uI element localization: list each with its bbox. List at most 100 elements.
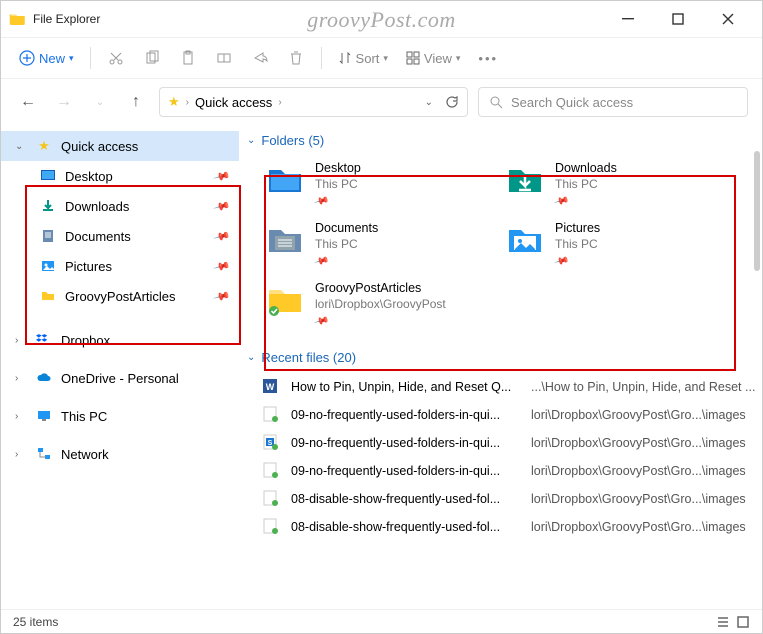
titlebar: File Explorer xyxy=(1,1,762,37)
sidebar-item-label: Network xyxy=(61,447,109,462)
collapse-icon: ⌄ xyxy=(247,352,255,363)
image-file-icon xyxy=(261,405,281,425)
address-bar[interactable]: ★ › Quick access › ⌄ xyxy=(159,87,468,117)
new-label: New xyxy=(39,51,65,66)
sidebar-item-label: Quick access xyxy=(61,139,138,154)
pin-icon: 📌 xyxy=(213,227,231,245)
folder-name: Documents xyxy=(315,220,378,236)
address-dropdown[interactable]: ⌄ xyxy=(425,97,433,108)
new-button[interactable]: New ▾ xyxy=(13,43,80,73)
sidebar-item-label: Desktop xyxy=(65,169,113,184)
folder-item-pictures[interactable]: PicturesThis PC📌 xyxy=(501,216,721,274)
recent-section-header[interactable]: ⌄ Recent files (20) xyxy=(247,346,762,373)
folder-icon xyxy=(39,287,57,305)
expand-icon[interactable]: › xyxy=(15,335,27,346)
forward-button[interactable]: → xyxy=(51,89,77,115)
cloud-icon xyxy=(35,369,53,387)
sidebar-item-thispc[interactable]: › This PC xyxy=(1,401,239,431)
expand-icon[interactable]: › xyxy=(15,449,27,460)
file-path: lori\Dropbox\GroovyPost\Gro...\images xyxy=(531,464,761,478)
pictures-folder-icon xyxy=(505,220,545,260)
up-button[interactable]: ↑ xyxy=(123,89,149,115)
sidebar-item-label: Downloads xyxy=(65,199,129,214)
folder-name: Downloads xyxy=(555,160,617,176)
back-button[interactable]: ← xyxy=(15,89,41,115)
sidebar-item-pictures[interactable]: Pictures 📌 xyxy=(1,251,239,281)
file-row[interactable]: 08-disable-show-frequently-used-fol... l… xyxy=(261,513,762,541)
folder-item-downloads[interactable]: DownloadsThis PC📌 xyxy=(501,156,721,214)
chevron-down-icon: ▾ xyxy=(69,53,74,64)
recent-dropdown[interactable]: ⌄ xyxy=(87,89,113,115)
snagit-file-icon: S xyxy=(261,433,281,453)
sort-button[interactable]: Sort ▾ xyxy=(332,43,394,73)
close-button[interactable] xyxy=(714,5,742,33)
folder-item-groovypostarticles[interactable]: GroovyPostArticleslori\Dropbox\GroovyPos… xyxy=(261,276,481,334)
sidebar-item-label: GroovyPostArticles xyxy=(65,289,176,304)
search-placeholder: Search Quick access xyxy=(511,95,633,110)
app-icon xyxy=(9,10,27,28)
sidebar-item-onedrive[interactable]: › OneDrive - Personal xyxy=(1,363,239,393)
delete-button[interactable] xyxy=(281,43,311,73)
icons-view-button[interactable] xyxy=(736,615,750,629)
paste-button[interactable] xyxy=(173,43,203,73)
pin-icon: 📌 xyxy=(312,312,331,332)
star-icon: ★ xyxy=(35,137,53,155)
sidebar-item-downloads[interactable]: Downloads 📌 xyxy=(1,191,239,221)
file-row[interactable]: W How to Pin, Unpin, Hide, and Reset Q..… xyxy=(261,373,762,401)
section-label: Recent files (20) xyxy=(261,350,356,365)
sidebar-item-label: Documents xyxy=(65,229,131,244)
folder-location: This PC xyxy=(555,176,617,192)
image-file-icon xyxy=(261,517,281,537)
chevron-down-icon: ▾ xyxy=(456,53,461,64)
folders-section-header[interactable]: ⌄ Folders (5) xyxy=(247,129,762,156)
file-name: 09-no-frequently-used-folders-in-qui... xyxy=(291,408,521,422)
sidebar-item-label: OneDrive - Personal xyxy=(61,371,179,386)
file-explorer-window: File Explorer groovyPost.com New ▾ Sort … xyxy=(0,0,763,634)
search-box[interactable]: Search Quick access xyxy=(478,87,748,117)
file-row[interactable]: 09-no-frequently-used-folders-in-qui... … xyxy=(261,457,762,485)
scrollbar-thumb[interactable] xyxy=(754,151,760,271)
sidebar-item-documents[interactable]: Documents 📌 xyxy=(1,221,239,251)
copy-button[interactable] xyxy=(137,43,167,73)
maximize-button[interactable] xyxy=(664,5,692,33)
download-icon xyxy=(39,197,57,215)
navigation-bar: ← → ⌄ ↑ ★ › Quick access › ⌄ Search Quic… xyxy=(1,79,762,125)
refresh-button[interactable] xyxy=(445,95,459,109)
sidebar-item-groovypostarticles[interactable]: GroovyPostArticles 📌 xyxy=(1,281,239,311)
file-row[interactable]: S 09-no-frequently-used-folders-in-qui..… xyxy=(261,429,762,457)
pin-icon: 📌 xyxy=(213,197,231,215)
minimize-button[interactable] xyxy=(614,5,642,33)
documents-icon xyxy=(39,227,57,245)
folder-item-documents[interactable]: DocumentsThis PC📌 xyxy=(261,216,481,274)
collapse-icon[interactable]: ⌄ xyxy=(15,141,27,152)
view-button[interactable]: View ▾ xyxy=(400,43,466,73)
pin-icon: 📌 xyxy=(552,252,571,272)
file-row[interactable]: 09-no-frequently-used-folders-in-qui... … xyxy=(261,401,762,429)
share-button[interactable] xyxy=(245,43,275,73)
sidebar-item-network[interactable]: › Network xyxy=(1,439,239,469)
cut-button[interactable] xyxy=(101,43,131,73)
star-icon: ★ xyxy=(168,94,180,110)
more-button[interactable]: ••• xyxy=(472,43,504,73)
folder-location: lori\Dropbox\GroovyPost xyxy=(315,296,446,312)
folder-item-desktop[interactable]: DesktopThis PC📌 xyxy=(261,156,481,214)
folder-name: Desktop xyxy=(315,160,361,176)
sidebar-item-dropbox[interactable]: › Dropbox xyxy=(1,325,239,355)
chevron-right-icon: › xyxy=(186,97,189,108)
rename-button[interactable] xyxy=(209,43,239,73)
file-path: lori\Dropbox\GroovyPost\Gro...\images xyxy=(531,492,761,506)
sidebar-item-label: This PC xyxy=(61,409,107,424)
breadcrumb[interactable]: Quick access xyxy=(195,95,272,110)
details-view-button[interactable] xyxy=(716,615,730,629)
pin-icon: 📌 xyxy=(552,192,571,212)
sidebar-item-quick-access[interactable]: ⌄ ★ Quick access xyxy=(1,131,239,161)
file-path: lori\Dropbox\GroovyPost\Gro...\images xyxy=(531,520,761,534)
pin-icon: 📌 xyxy=(213,167,231,185)
desktop-icon xyxy=(39,167,57,185)
sidebar-item-desktop[interactable]: Desktop 📌 xyxy=(1,161,239,191)
expand-icon[interactable]: › xyxy=(15,373,27,384)
file-row[interactable]: 08-disable-show-frequently-used-fol... l… xyxy=(261,485,762,513)
file-name: How to Pin, Unpin, Hide, and Reset Q... xyxy=(291,380,521,394)
expand-icon[interactable]: › xyxy=(15,411,27,422)
network-icon xyxy=(35,445,53,463)
